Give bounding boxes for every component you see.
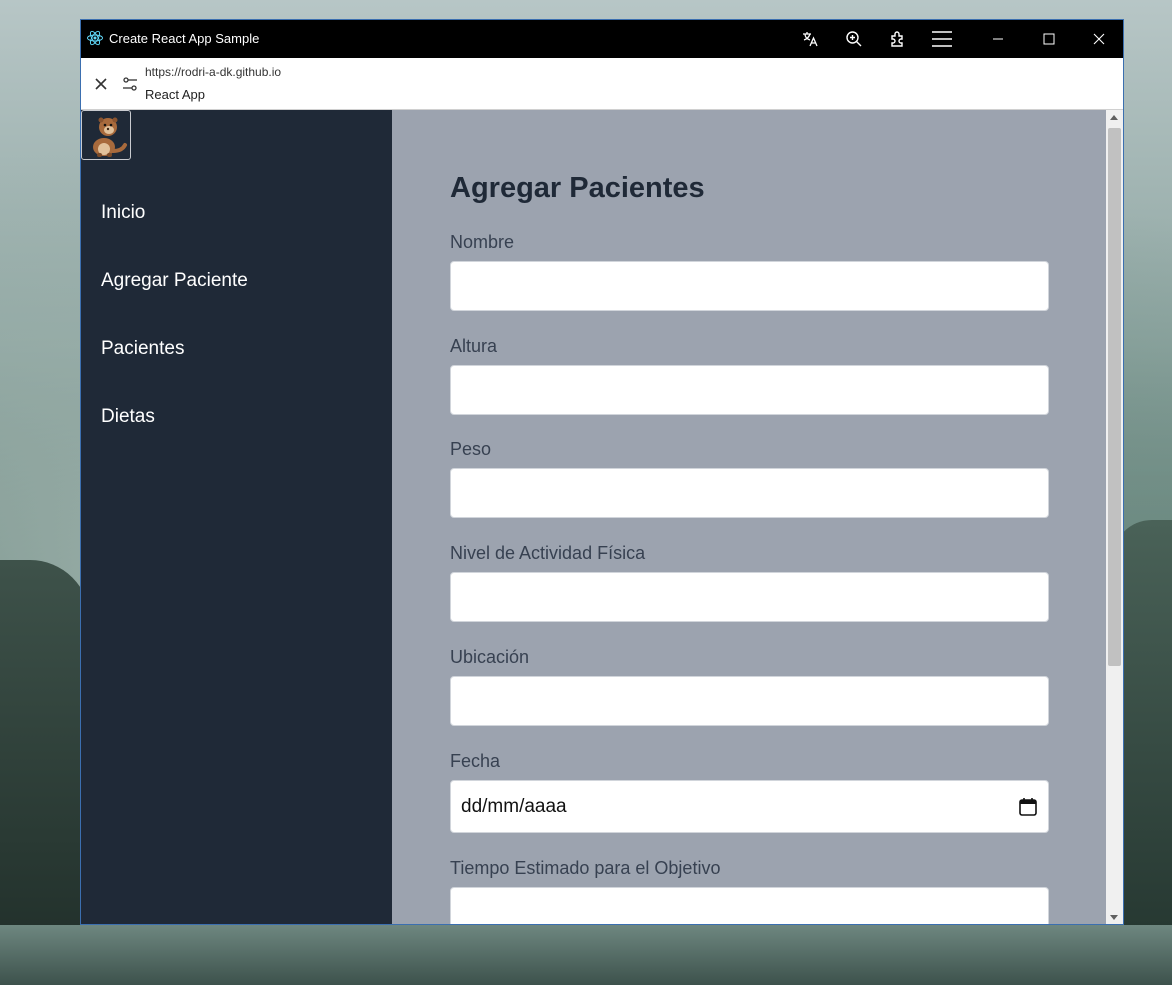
main-content: Agregar Pacientes Nombre Altura Peso Niv… bbox=[392, 110, 1108, 924]
nombre-label: Nombre bbox=[450, 232, 515, 252]
minimize-icon[interactable] bbox=[985, 27, 1011, 51]
page-tab-title: React App bbox=[145, 87, 205, 102]
background-water bbox=[0, 925, 1172, 985]
peso-input[interactable] bbox=[450, 468, 1049, 518]
stop-loading-icon[interactable] bbox=[93, 76, 109, 92]
close-icon[interactable] bbox=[1086, 27, 1112, 51]
tiempo-objetivo-label: Tiempo Estimado para el Objetivo bbox=[450, 858, 721, 878]
otter-logo-icon[interactable] bbox=[81, 110, 131, 160]
window-title: Create React App Sample bbox=[109, 31, 260, 46]
react-logo-icon bbox=[87, 30, 103, 46]
actividad-fisica-label: Nivel de Actividad Física bbox=[450, 543, 646, 563]
address-bar: https://rodri-a-dk.github.io React App bbox=[81, 58, 1123, 110]
extensions-icon[interactable] bbox=[885, 27, 911, 51]
scroll-down-arrow-icon[interactable] bbox=[1110, 915, 1118, 920]
ubicacion-input[interactable] bbox=[450, 676, 1049, 726]
page-title: Agregar Pacientes bbox=[450, 172, 705, 204]
fecha-label: Fecha bbox=[450, 751, 501, 771]
maximize-icon[interactable] bbox=[1036, 27, 1062, 51]
altura-label: Altura bbox=[450, 336, 498, 356]
vertical-scrollbar[interactable] bbox=[1106, 110, 1123, 924]
url-text[interactable]: https://rodri-a-dk.github.io bbox=[145, 65, 281, 79]
site-settings-icon[interactable] bbox=[121, 75, 139, 93]
nombre-input[interactable] bbox=[450, 261, 1049, 311]
menu-icon[interactable] bbox=[929, 27, 955, 51]
zoom-icon[interactable] bbox=[841, 27, 867, 51]
nav-item-inicio[interactable]: Inicio bbox=[101, 202, 145, 224]
fecha-date-input[interactable]: dd/mm/aaaa bbox=[450, 780, 1049, 833]
peso-label: Peso bbox=[450, 439, 492, 459]
scrollbar-thumb[interactable] bbox=[1108, 128, 1121, 666]
actividad-fisica-input[interactable] bbox=[450, 572, 1049, 622]
sidebar: Inicio Agregar Paciente Pacientes Dietas bbox=[81, 110, 392, 924]
title-bar: Create React App Sample bbox=[81, 20, 1123, 58]
fecha-value: dd/mm/aaaa bbox=[461, 795, 567, 817]
calendar-icon[interactable] bbox=[1018, 797, 1038, 817]
scroll-up-arrow-icon[interactable] bbox=[1110, 115, 1118, 120]
background-hill-left bbox=[0, 560, 90, 985]
browser-window: Create React App Sample https://rodri-a-… bbox=[80, 19, 1124, 925]
nav-item-agregar-paciente[interactable]: Agregar Paciente bbox=[101, 270, 248, 292]
altura-input[interactable] bbox=[450, 365, 1049, 415]
translate-icon[interactable] bbox=[797, 27, 823, 51]
nav-item-pacientes[interactable]: Pacientes bbox=[101, 338, 184, 360]
tiempo-objetivo-input[interactable] bbox=[450, 887, 1049, 924]
nav-item-dietas[interactable]: Dietas bbox=[101, 406, 155, 428]
ubicacion-label: Ubicación bbox=[450, 647, 530, 667]
